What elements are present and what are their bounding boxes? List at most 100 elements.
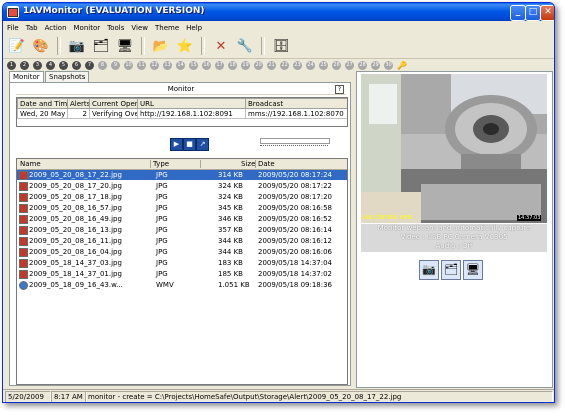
camera-slot-21[interactable]: 21 [267,61,276,70]
tab-snapshots[interactable]: Snapshots [45,71,90,82]
camera-slot-24[interactable]: 24 [306,61,315,70]
file-type: JPG [156,182,168,190]
file-name: 2009_05_20_08_16_11.jpg [29,237,122,245]
settings-button[interactable]: ↗ [196,138,209,151]
col-type[interactable]: Type [153,160,169,168]
file-row[interactable]: 2009_05_20_08_16_04.jpg JPG 344 KB 2009/05/… [17,247,347,257]
camera-slot-20[interactable]: 20 [254,61,263,70]
col-broadcast[interactable]: Broadcast [245,98,347,109]
col-url[interactable]: URL [137,98,246,109]
camera-slot-16[interactable]: 16 [202,61,211,70]
menu-view[interactable]: View [131,24,148,32]
monitor-row[interactable]: Wed, 20 May ... 2 Verifying Over... http… [17,108,347,119]
monitor-table[interactable]: Date and Time Alerts Current Operation U… [16,97,348,127]
camera-slot-22[interactable]: 22 [280,61,289,70]
tools-icon[interactable]: 🔧 [235,37,255,55]
maximize-button[interactable]: □ [525,5,541,21]
webcam-preview[interactable]: LAB CONTROL VIEW 14:37:03 [361,74,547,223]
col-current-operation[interactable]: Current Operation [89,98,138,109]
camera-slot-1[interactable]: 1 [7,61,16,70]
camera-slot-25[interactable]: 25 [319,61,328,70]
screen-icon[interactable]: 🖥 [115,37,135,55]
monitor-section-title: Monitor ? [16,85,346,95]
stop-button[interactable]: ■ [183,138,196,151]
menu-tab[interactable]: Tab [26,24,38,32]
title-bar[interactable]: 1AVMonitor (EVALUATION VERSION) _ □ ✕ [3,3,554,21]
camera-slot-9[interactable]: 9 [111,61,120,70]
camera-slot-12[interactable]: 12 [150,61,159,70]
file-name: 2009_05_20_08_17_22.jpg [29,171,122,179]
camera-slot-11[interactable]: 11 [137,61,146,70]
col-size[interactable]: Size [241,160,255,168]
file-row[interactable]: 2009_05_20_08_17_20.jpg JPG 324 KB 2009/05/… [17,181,347,191]
col-alerts[interactable]: Alerts [67,98,90,109]
file-row[interactable]: 2009_05_20_08_16_13.jpg JPG 357 KB 2009/05/… [17,225,347,235]
camera-slot-10[interactable]: 10 [124,61,133,70]
file-row[interactable]: 2009_05_20_08_16_11.jpg JPG 344 KB 2009/05/… [17,236,347,246]
minimize-button[interactable]: _ [510,5,526,21]
play-button[interactable]: ▶ [170,138,183,151]
palette-icon[interactable]: 🎨 [31,37,51,55]
folder-window-icon[interactable]: 🗂 [91,37,111,55]
database-icon[interactable]: 🗄 [271,37,291,55]
cell-alerts: 2 [67,108,90,119]
file-date: 2009/05/20 08:17:24 [258,171,333,179]
menu-action[interactable]: Action [45,24,67,32]
camera-slot-23[interactable]: 23 [293,61,302,70]
open-folder-icon[interactable]: 📂 [151,37,171,55]
camera-slot-18[interactable]: 18 [228,61,237,70]
file-row[interactable]: 2009_05_20_08_17_18.jpg JPG 324 KB 2009/05/… [17,192,347,202]
menu-help[interactable]: Help [186,24,202,32]
col-name[interactable]: Name [20,160,41,168]
image-file-icon [19,182,28,191]
folder-window-icon[interactable]: 🗂 [441,260,461,280]
menu-tools[interactable]: Tools [107,24,124,32]
file-row[interactable]: 2009_05_20_08_16_57.jpg JPG 345 KB 2009/05/… [17,203,347,213]
camera-slot-27[interactable]: 27 [345,61,354,70]
col-date[interactable]: Date [258,160,275,168]
menu-theme[interactable]: Theme [155,24,179,32]
camera-slot-2[interactable]: 2 [20,61,29,70]
file-row[interactable]: 2009_05_18_14_37_01.jpg JPG 185 KB 2009/05/… [17,269,347,279]
toolbar-separator [201,37,205,55]
preview-info-line: Monitor webcam and automatically capture [377,224,531,232]
key-icon[interactable]: 🔑 [397,61,407,70]
camera-slot-26[interactable]: 26 [332,61,341,70]
camera-slot-13[interactable]: 13 [163,61,172,70]
camera-slot-14[interactable]: 14 [176,61,185,70]
preview-info-line: Video : USB PC Camera VC305 [400,233,508,241]
camera-slot-4[interactable]: 4 [46,61,55,70]
menu-file[interactable]: File [7,24,19,32]
screen-icon[interactable]: 🖥 [463,260,483,280]
file-list[interactable]: Name Type Size Date 2009_05_20_08_17_22.… [16,158,348,385]
camera-icon[interactable]: 📷 [67,37,87,55]
camera-slot-6[interactable]: 6 [72,61,81,70]
help-icon[interactable]: ? [335,85,344,94]
close-x-icon[interactable]: ✕ [211,37,231,55]
file-row[interactable]: 2009_05_18_14_37_03.jpg JPG 183 KB 2009/05/… [17,258,347,268]
file-row[interactable]: 2009_05_20_08_17_22.jpg JPG 314 KB 2009/05/… [17,170,347,180]
camera-slot-15[interactable]: 15 [189,61,198,70]
file-name: 2009_05_20_08_16_13.jpg [29,226,122,234]
file-row[interactable]: 2009_05_18_09_16_43.w... WMV 1.051 KB 2009/… [17,280,347,290]
col-date-time[interactable]: Date and Time [17,98,68,109]
status-time: 8:17 AM [51,391,87,402]
camera-slot-28[interactable]: 28 [358,61,367,70]
file-name: 2009_05_20_08_16_57.jpg [29,204,122,212]
star-arrow-icon[interactable]: ⭐ [175,37,195,55]
camera-slot-30[interactable]: 30 [384,61,393,70]
close-button[interactable]: ✕ [540,5,554,21]
preview-info: Monitor webcam and automatically capture… [361,224,547,252]
camera-slot-29[interactable]: 29 [371,61,380,70]
menu-monitor[interactable]: Monitor [74,24,101,32]
camera-slot-7[interactable]: 7 [85,61,94,70]
camera-icon[interactable]: 📷 [419,260,439,280]
camera-slot-17[interactable]: 17 [215,61,224,70]
notepad-icon[interactable]: 📝 [7,37,27,55]
camera-slot-19[interactable]: 19 [241,61,250,70]
camera-slot-5[interactable]: 5 [59,61,68,70]
camera-slot-8[interactable]: 8 [98,61,107,70]
file-row[interactable]: 2009_05_20_08_16_49.jpg JPG 346 KB 2009/05/… [17,214,347,224]
camera-slot-3[interactable]: 3 [33,61,42,70]
file-name: 2009_05_20_08_17_20.jpg [29,182,122,190]
